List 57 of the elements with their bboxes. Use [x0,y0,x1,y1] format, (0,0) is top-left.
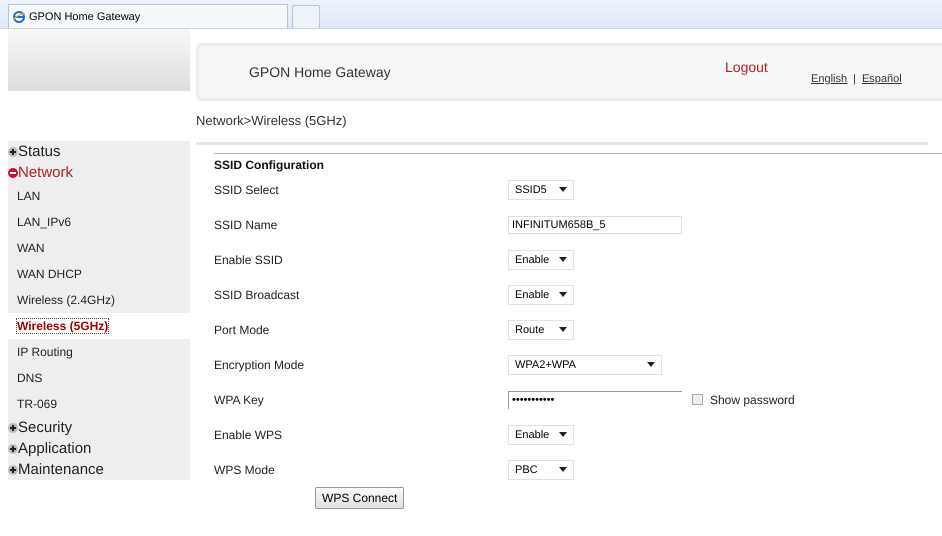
menu-item[interactable]: IP Routing [8,339,190,365]
caret-icon [559,327,567,332]
menu-item[interactable]: Wireless (2.4GHz) [8,287,190,313]
dropdown[interactable]: SSID5 [508,180,574,200]
menu-item[interactable]: TR-069 [8,391,190,417]
checkbox-label: Show password [710,392,795,406]
field-label: Enable WPS [214,428,284,442]
field-label: SSID Broadcast [214,288,300,302]
plus-icon [8,422,18,432]
menu-group[interactable]: Maintenance [8,459,190,480]
menu-group[interactable]: Application [8,438,190,459]
menu-group[interactable]: Status [8,141,190,162]
field-label: Enable SSID [214,252,284,266]
field-label: WPS Mode [214,462,276,476]
breadcrumb: Network>Wireless (5GHz) [196,113,348,128]
plus-icon [8,146,18,156]
caret-icon [559,292,567,297]
caret-icon [647,362,655,367]
browser-logo-icon [13,10,25,22]
language-link[interactable]: Español [862,73,902,85]
section-title: SSID Configuration [214,158,325,172]
caret-icon [559,257,567,262]
header-title: GPON Home Gateway [249,64,392,80]
language-link[interactable]: English [811,73,848,85]
menu-group[interactable]: Security [8,417,190,438]
field-label: SSID Name [214,218,278,232]
dropdown[interactable]: PBC [508,460,574,480]
dropdown[interactable]: Route [508,320,574,340]
menu-item[interactable]: WAN DHCP [8,261,190,287]
caret-icon [559,467,567,472]
dropdown[interactable]: Enable [508,250,574,270]
wps-connect-button[interactable]: WPS Connect [315,487,404,509]
menu-item[interactable]: DNS [8,365,190,391]
password-field[interactable]: ••••••••••• [508,390,682,408]
input-field[interactable]: INFINITUM658B_5 [508,216,682,234]
plus-icon [8,464,18,474]
menu-group[interactable]: Network [8,162,190,183]
field-label: Encryption Mode [214,358,306,372]
checkbox[interactable] [692,394,703,405]
new-tab-button[interactable] [292,5,320,28]
minus-icon [8,168,18,178]
dropdown[interactable]: WPA2+WPA [508,354,662,374]
plus-icon [8,444,18,454]
dropdown[interactable]: Enable [508,424,574,444]
separator: | [853,73,856,85]
field-label: WPA Key [214,392,265,406]
menu-item[interactable]: WAN [8,235,190,261]
browser-tab[interactable]: GPON Home Gateway [8,4,288,28]
menu-item[interactable]: LAN_IPv6 [8,209,190,235]
menu-item[interactable]: LAN [8,183,190,209]
dropdown[interactable]: Enable [508,284,574,304]
field-label: Port Mode [214,322,270,336]
caret-icon [559,187,567,192]
logout-link[interactable]: Logout [725,59,811,75]
field-label: SSID Select [214,182,280,196]
tab-title: GPON Home Gateway [29,10,140,22]
caret-icon [559,432,567,437]
